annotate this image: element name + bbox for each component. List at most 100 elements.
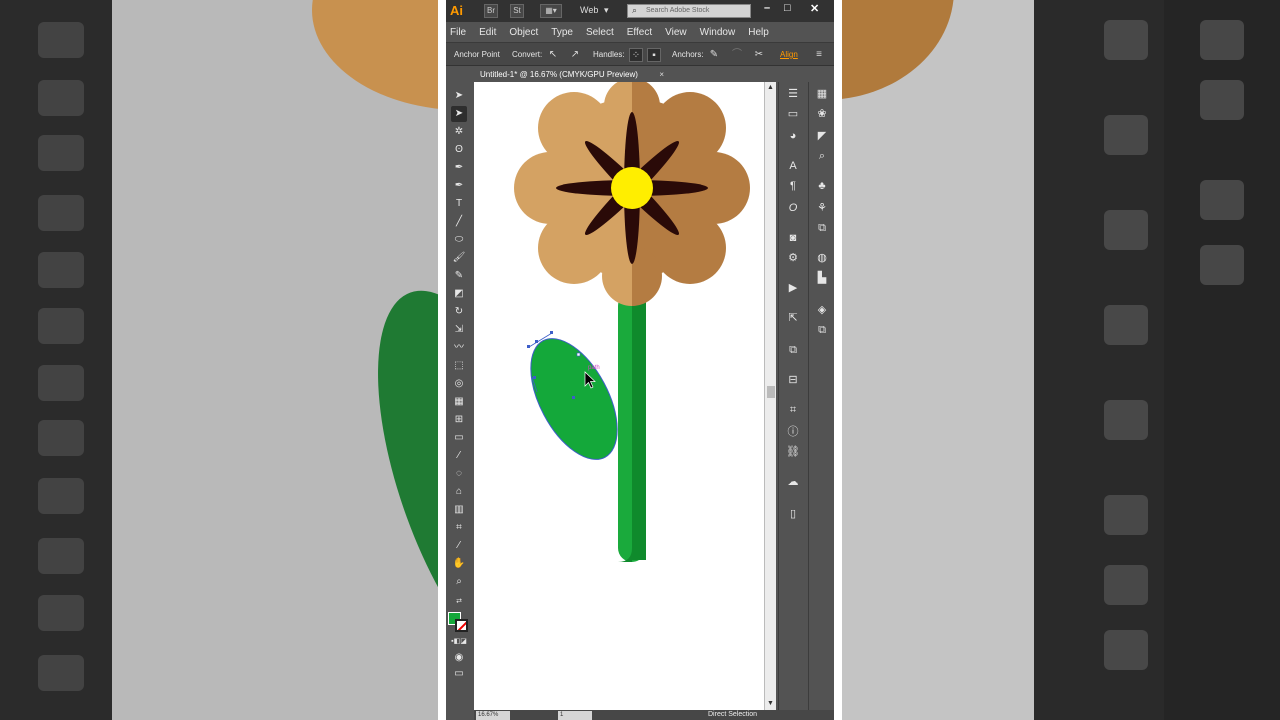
paintbrush-tool-icon[interactable]: 🖌 — [451, 250, 467, 266]
selected-leaf[interactable] — [513, 325, 635, 473]
align-panel-icon[interactable]: ⊟ — [785, 372, 801, 388]
artboard-canvas[interactable]: path — [474, 82, 764, 710]
close-icon[interactable]: ✕ — [810, 2, 819, 15]
zoom-level-field[interactable]: 16.67% — [476, 711, 510, 720]
remove-anchor-icon[interactable]: ✎ — [707, 48, 721, 62]
pen-tool-icon[interactable]: ✒ — [451, 160, 467, 176]
align-link[interactable]: Align — [780, 50, 798, 59]
paragraph-panel-icon[interactable]: ¶ — [785, 178, 801, 194]
menu-type[interactable]: Type — [547, 27, 577, 38]
scroll-up-icon[interactable]: ▲ — [767, 84, 774, 91]
swatches-panel-icon[interactable]: ▦ — [814, 86, 830, 102]
menu-file[interactable]: File — [446, 27, 470, 38]
drawing-modes-icon[interactable]: ◉ — [451, 650, 467, 666]
show-handles-icon[interactable]: ⁘ — [629, 48, 643, 62]
actions-panel-icon[interactable]: ▶ — [785, 280, 801, 296]
blend-tool-icon[interactable]: ◌ — [451, 466, 467, 482]
scroll-down-icon[interactable]: ▼ — [767, 700, 774, 707]
transparency-panel-icon[interactable]: ◍ — [814, 250, 830, 266]
menu-select[interactable]: Select — [582, 27, 618, 38]
info-panel-icon[interactable]: ⓘ — [785, 424, 801, 440]
bridge-button[interactable]: Br — [484, 4, 498, 18]
layers-panel-icon[interactable]: ◈ — [814, 302, 830, 318]
graphic-styles-icon[interactable]: ⚘ — [814, 200, 830, 216]
gradient-tool-icon[interactable]: ▭ — [451, 430, 467, 446]
background-toolbox — [0, 0, 112, 720]
minimize-icon[interactable]: – — [764, 2, 770, 14]
direct-selection-tool-icon[interactable]: ➤ — [451, 106, 467, 122]
warp-tool-icon[interactable]: 〰 — [451, 340, 467, 356]
symbols-library-icon[interactable]: ♣ — [814, 178, 830, 194]
panel-menu-icon[interactable]: ≡ — [812, 48, 826, 62]
character-panel-icon[interactable]: A — [785, 158, 801, 174]
lasso-tool-icon[interactable]: ʘ — [451, 142, 467, 158]
selection-tool-icon[interactable]: ➤ — [451, 88, 467, 104]
cut-path-icon[interactable]: ✂ — [752, 48, 766, 62]
mesh-tool-icon[interactable]: ⊞ — [451, 412, 467, 428]
artboard-number-field[interactable]: 1 — [558, 711, 592, 720]
magic-wand-tool-icon[interactable]: ✲ — [451, 124, 467, 140]
line-tool-icon[interactable]: ╱ — [451, 214, 467, 230]
free-transform-tool-icon[interactable]: ⬚ — [451, 358, 467, 374]
hide-handles-icon[interactable]: ▪ — [647, 48, 661, 62]
asset-export-icon[interactable]: ⧉ — [814, 220, 830, 236]
curvature-tool-icon[interactable]: ✒ — [451, 178, 467, 194]
color-mode-icons[interactable]: ▪◧◪ — [451, 634, 467, 650]
perspective-grid-tool-icon[interactable]: ▦ — [451, 394, 467, 410]
cc-libraries-icon[interactable]: ☁ — [785, 474, 801, 490]
menu-effect[interactable]: Effect — [623, 27, 656, 38]
artboard-tool-icon[interactable]: ⌗ — [451, 520, 467, 536]
document-info-icon[interactable]: ▯ — [785, 506, 801, 522]
column-graph-tool-icon[interactable]: ▥ — [451, 502, 467, 518]
artboards-panel-icon[interactable]: ⌗ — [785, 402, 801, 418]
chevron-down-icon[interactable]: ▾ — [604, 5, 609, 16]
symbol-sprayer-tool-icon[interactable]: ⌂ — [451, 484, 467, 500]
menu-object[interactable]: Object — [505, 27, 542, 38]
image-trace-icon[interactable]: ⌕ — [814, 148, 830, 164]
blob-brush-tool-icon[interactable]: ✎ — [451, 268, 467, 284]
export-panel-icon[interactable]: ⇱ — [785, 310, 801, 326]
stock-button[interactable]: St — [510, 4, 524, 18]
search-stock-input[interactable]: ⌕ Search Adobe Stock — [627, 4, 751, 18]
screen-mode-icon[interactable]: ▭ — [451, 666, 467, 682]
default-colors-icon[interactable]: ⇄ — [451, 594, 467, 610]
arrange-documents-icon[interactable]: ▦▾ — [540, 4, 562, 18]
smart-guide-label: path — [588, 365, 600, 371]
ellipse-tool-icon[interactable]: ⬭ — [451, 232, 467, 248]
links-panel-icon[interactable]: ⛓ — [785, 444, 801, 460]
menu-window[interactable]: Window — [696, 27, 740, 38]
opentype-panel-icon[interactable]: O — [785, 200, 801, 216]
scale-tool-icon[interactable]: ⇲ — [451, 322, 467, 338]
document-tab-close-icon[interactable]: × — [659, 67, 664, 82]
appearance-panel-icon[interactable]: ◙ — [785, 230, 801, 246]
maximize-icon[interactable]: □ — [784, 2, 791, 14]
eraser-tool-icon[interactable]: ◩ — [451, 286, 467, 302]
eyedropper-tool-icon[interactable]: ⁄ — [451, 448, 467, 464]
gradient-panel-icon[interactable]: ▭ — [785, 106, 801, 122]
convert-to-smooth-icon[interactable]: ↗ — [568, 48, 582, 62]
workspace-switcher[interactable]: Web — [580, 5, 598, 15]
artboards-list-icon[interactable]: ⧉ — [814, 322, 830, 338]
symbols-panel-icon[interactable]: ⚙ — [785, 250, 801, 266]
menu-edit[interactable]: Edit — [475, 27, 500, 38]
transform-panel-icon[interactable]: ⧉ — [785, 342, 801, 358]
vertical-scrollbar[interactable]: ▲ ▼ — [764, 82, 776, 710]
brushes-panel-icon[interactable]: ❀ — [814, 106, 830, 122]
slice-tool-icon[interactable]: ⁄ — [451, 538, 467, 554]
document-tab[interactable]: Untitled-1* @ 16.67% (CMYK/GPU Preview) … — [474, 67, 670, 82]
hand-tool-icon[interactable]: ✋ — [451, 556, 467, 572]
menu-view[interactable]: View — [661, 27, 691, 38]
color-guide-panel-icon[interactable]: ◕ — [785, 128, 801, 144]
stroke-panel-icon[interactable]: ◤ — [814, 128, 830, 144]
scroll-thumb[interactable] — [767, 386, 775, 398]
properties-panel-icon[interactable]: ☰ — [785, 86, 801, 102]
connect-anchors-icon[interactable]: ⌒ — [730, 48, 744, 62]
type-tool-icon[interactable]: T — [451, 196, 467, 212]
zoom-tool-icon[interactable]: ⌕ — [451, 574, 467, 590]
convert-to-corner-icon[interactable]: ↖ — [546, 48, 560, 62]
shape-builder-tool-icon[interactable]: ◎ — [451, 376, 467, 392]
menu-help[interactable]: Help — [744, 27, 773, 38]
rotate-tool-icon[interactable]: ↻ — [451, 304, 467, 320]
pathfinder-panel-icon[interactable]: ▙ — [814, 270, 830, 286]
stroke-swatch[interactable] — [455, 619, 468, 632]
